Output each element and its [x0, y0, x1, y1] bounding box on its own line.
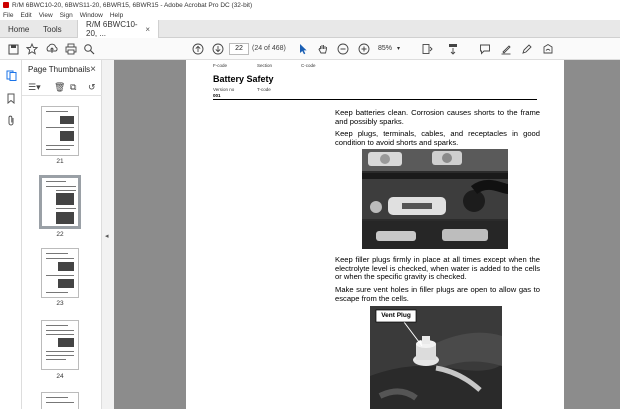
title-bar: R/M 6BWC10-20, 6BWS11-20, 6BWR15, 6BWR15…	[0, 0, 620, 10]
tab-home[interactable]: Home	[0, 20, 35, 38]
header-ccode: C-code	[301, 63, 316, 68]
search-icon[interactable]	[82, 42, 96, 56]
collapse-panel-icon[interactable]: ◂	[105, 232, 109, 240]
header-section: Section	[257, 63, 273, 68]
paragraph-clean: Keep batteries clean. Corrosion causes s…	[335, 108, 540, 126]
page-fit-icon[interactable]	[420, 42, 434, 56]
menu-view[interactable]: View	[39, 12, 53, 19]
print-icon[interactable]	[64, 42, 78, 56]
header-fcode: F-code	[213, 63, 228, 68]
thumbnails-header: Page Thumbnails ×	[22, 60, 102, 78]
save-icon[interactable]	[6, 42, 20, 56]
version-number: 001	[213, 93, 221, 98]
fill-sign-icon[interactable]	[541, 42, 555, 56]
paragraph-vent-holes: Make sure vent holes in filler plugs are…	[335, 285, 540, 303]
menu-help[interactable]: Help	[110, 12, 123, 19]
tab-bar: Home Tools R/M 6BWC10-20, ... ×	[0, 20, 620, 38]
page-thumbnails-panel: Page Thumbnails × ☰▾ 🗑 ⧉ ↺ 21 22 23 24	[22, 60, 122, 409]
close-panel-icon[interactable]: ×	[90, 64, 96, 75]
page-count: (24 of 468)	[252, 45, 286, 52]
select-cursor-icon[interactable]	[296, 42, 310, 56]
battery-photo	[362, 149, 508, 249]
thumbnail-page-25[interactable]	[41, 392, 79, 409]
delete-page-icon[interactable]: 🗑	[54, 82, 65, 93]
rotate-page-icon[interactable]: ↺	[88, 82, 96, 93]
hand-tool-icon[interactable]	[316, 42, 330, 56]
tab-document[interactable]: R/M 6BWC10-20, ... ×	[77, 20, 159, 38]
version-label: Version no	[213, 87, 235, 92]
zoom-out-icon[interactable]	[336, 42, 350, 56]
close-tab-icon[interactable]: ×	[145, 25, 150, 34]
draw-icon[interactable]	[520, 42, 534, 56]
acrobat-icon	[3, 2, 9, 8]
document-viewer[interactable]: F-code Section C-code Battery Safety Ver…	[114, 60, 620, 409]
document-page: F-code Section C-code Battery Safety Ver…	[186, 60, 564, 409]
thumbnail-label: 22	[56, 231, 64, 238]
thumbnail-page-21[interactable]	[41, 106, 79, 156]
attachments-icon[interactable]	[5, 114, 17, 126]
tab-document-label: R/M 6BWC10-20, ...	[86, 20, 138, 38]
zoom-level-select[interactable]: 85% ▾	[378, 43, 406, 55]
next-page-icon[interactable]	[211, 42, 225, 56]
upload-icon[interactable]	[45, 42, 59, 56]
paragraph-plugs: Keep plugs, terminals, cables, and recep…	[335, 129, 540, 147]
comment-icon[interactable]	[478, 42, 492, 56]
vent-plug-photo: Vent Plug	[370, 306, 502, 409]
thumbnails-title: Page Thumbnails	[28, 64, 91, 74]
thumbnail-label: 21	[56, 158, 64, 165]
navigation-rail	[0, 60, 22, 409]
tcode-label: T-code	[257, 87, 271, 92]
page-thumbnails-icon[interactable]	[5, 69, 17, 81]
options-menu-icon[interactable]: ☰▾	[28, 82, 41, 93]
bookmarks-icon[interactable]	[5, 92, 17, 104]
menu-sign[interactable]: Sign	[60, 12, 73, 19]
thumbnail-page-22[interactable]	[39, 175, 81, 229]
thumbnail-page-24[interactable]	[41, 320, 79, 370]
menu-bar: File Edit View Sign Window Help	[0, 10, 620, 20]
tab-tools[interactable]: Tools	[35, 20, 77, 38]
page-number-input[interactable]: 22	[229, 43, 249, 55]
page-title: Battery Safety	[213, 74, 274, 84]
chevron-down-icon: ▾	[396, 46, 400, 52]
extract-page-icon[interactable]: ⧉	[70, 82, 76, 93]
highlight-pen-icon[interactable]	[499, 42, 513, 56]
menu-file[interactable]: File	[3, 12, 13, 19]
header-rule	[213, 99, 537, 100]
menu-edit[interactable]: Edit	[20, 12, 31, 19]
toolbar: 22 (24 of 468) 85% ▾	[0, 38, 620, 60]
thumbnail-label: 24	[56, 373, 64, 380]
vent-plug-callout: Vent Plug	[381, 312, 411, 319]
scrolling-mode-icon[interactable]	[446, 42, 460, 56]
thumbnail-label: 23	[56, 300, 64, 307]
previous-page-icon[interactable]	[191, 42, 205, 56]
thumbnails-toolbar: ☰▾ 🗑 ⧉ ↺	[22, 78, 102, 96]
menu-window[interactable]: Window	[80, 12, 103, 19]
zoom-level-value: 85%	[378, 45, 393, 52]
thumbnail-page-23[interactable]	[41, 248, 79, 298]
window-title: R/M 6BWC10-20, 6BWS11-20, 6BWR15, 6BWR15…	[12, 1, 253, 9]
panel-splitter[interactable]: ◂	[102, 60, 114, 409]
zoom-in-icon[interactable]	[357, 42, 371, 56]
paragraph-filler-plugs: Keep filler plugs firmly in place at all…	[335, 255, 540, 282]
bookmark-star-icon[interactable]	[25, 42, 39, 56]
